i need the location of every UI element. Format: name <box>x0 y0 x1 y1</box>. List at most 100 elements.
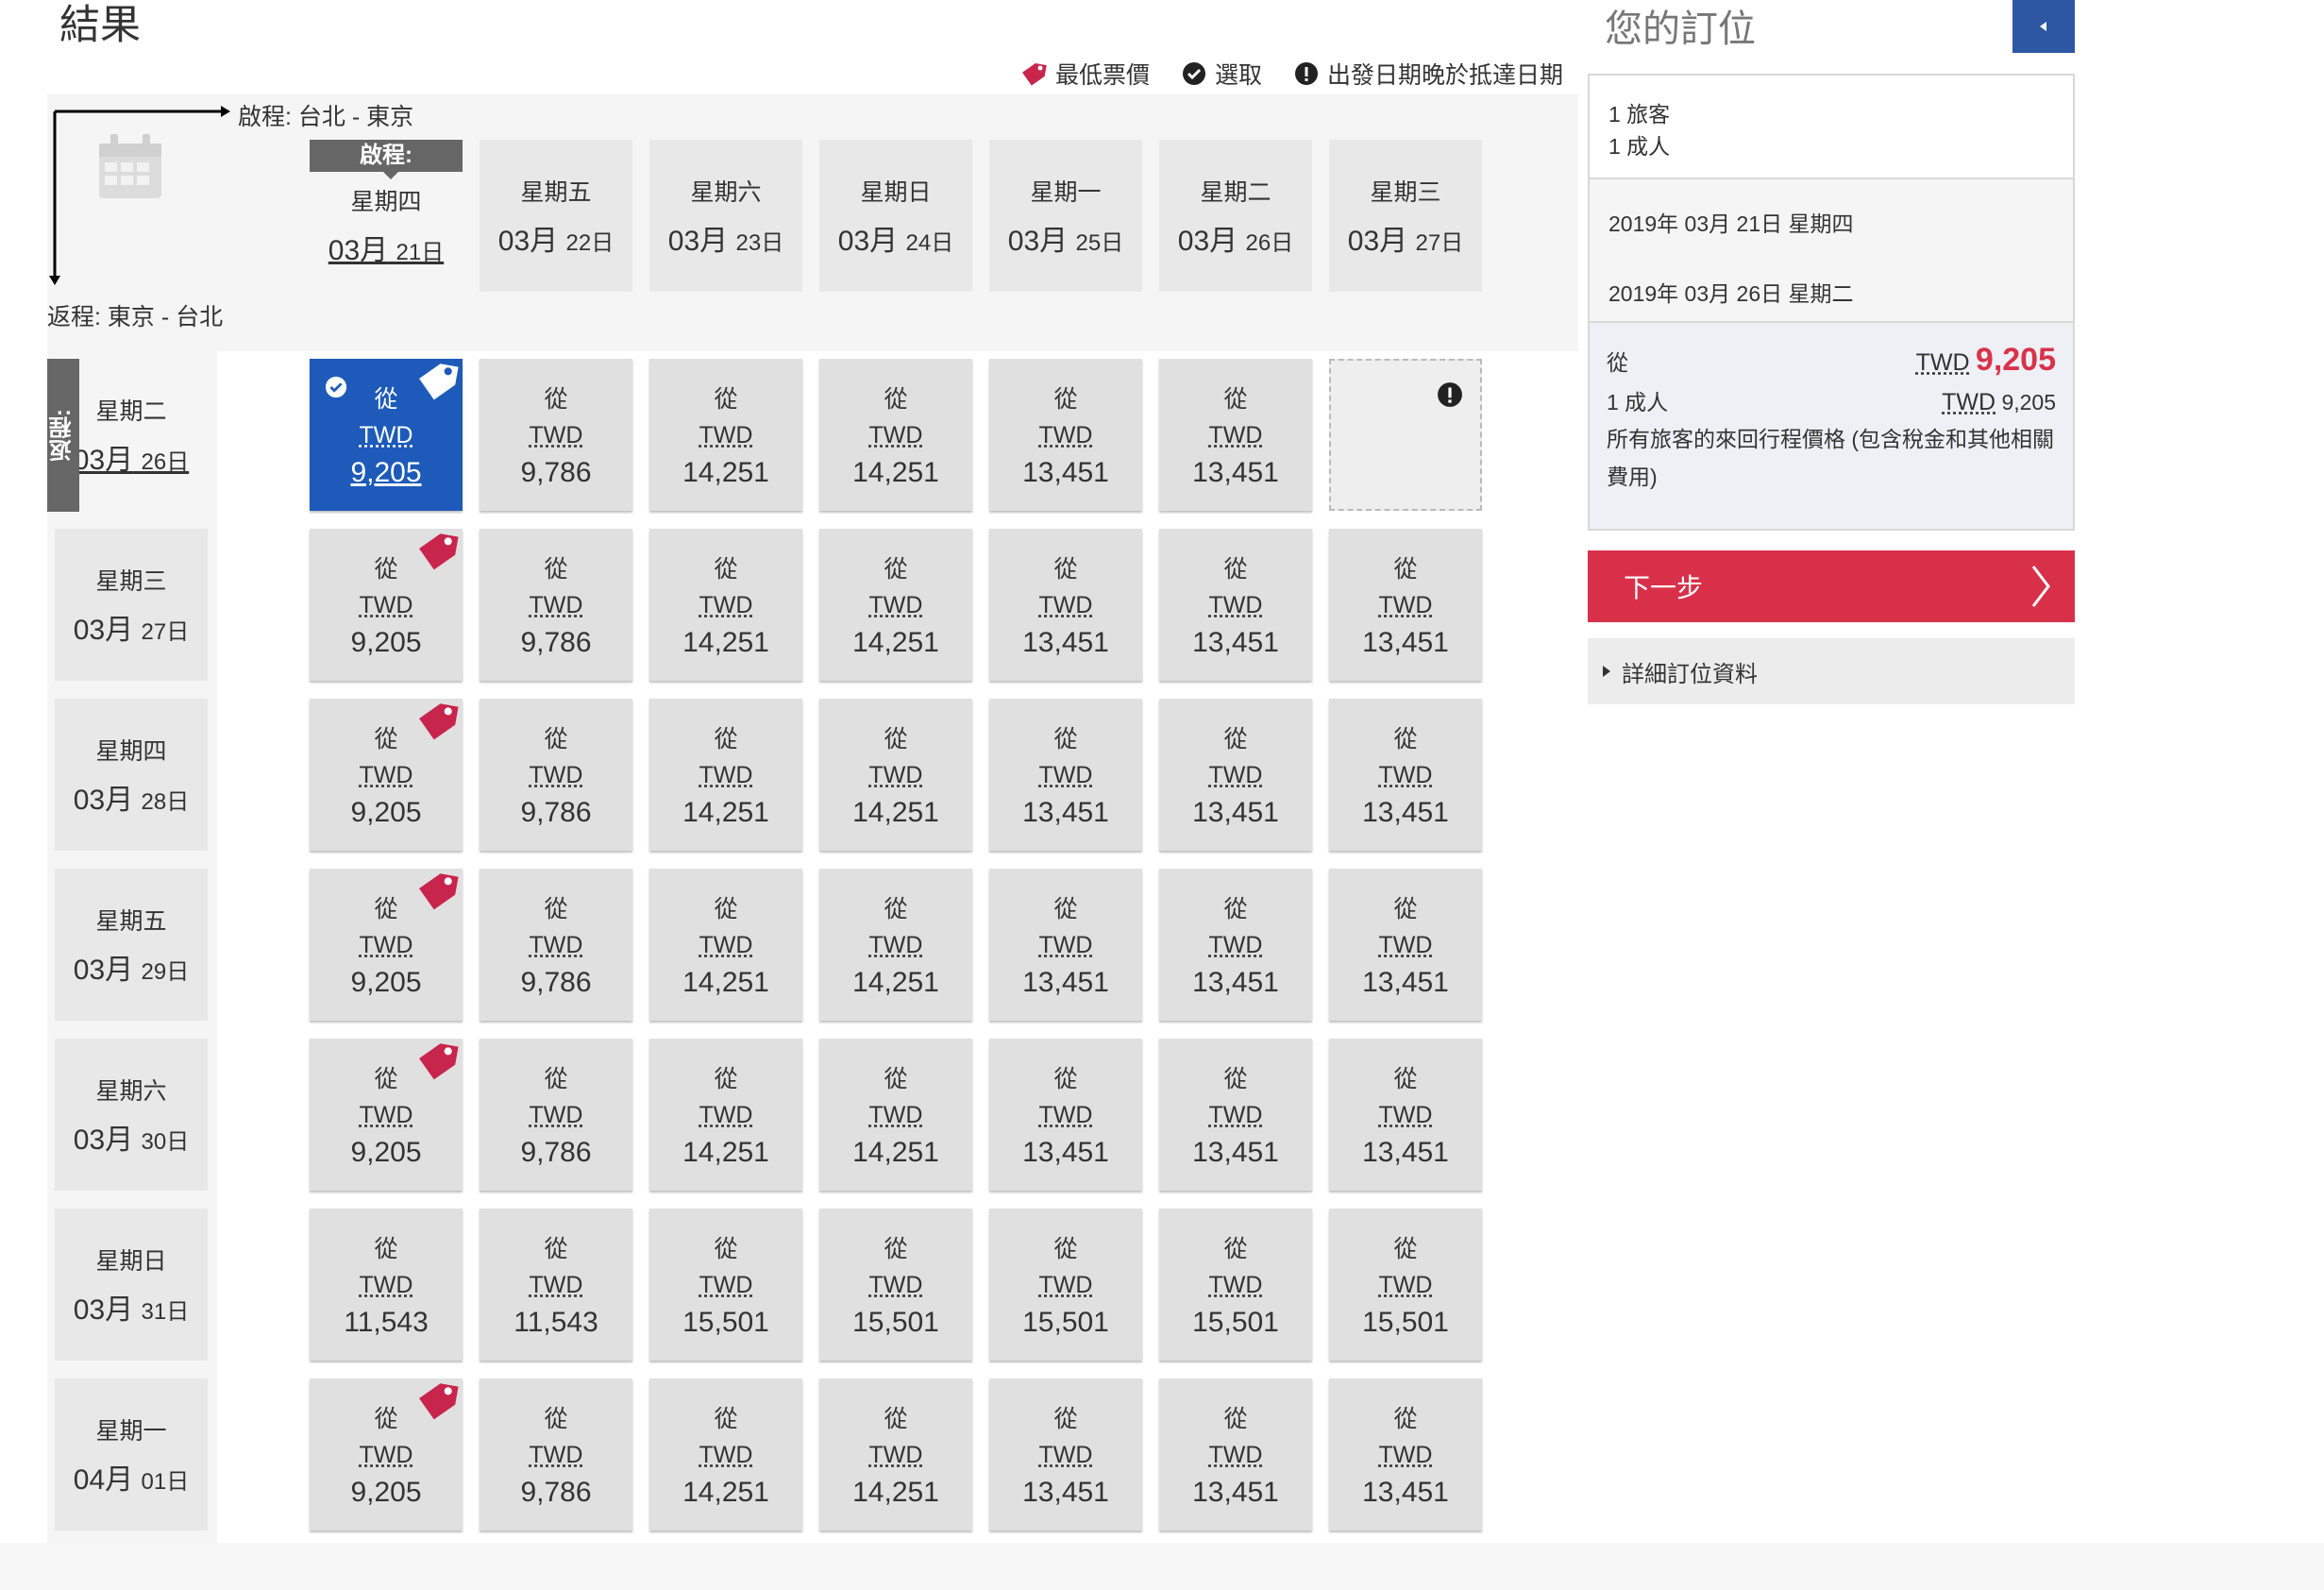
weekday-label: 星期日 <box>860 178 932 206</box>
date-label: 03月 26日 <box>1178 217 1293 259</box>
fare-cell[interactable]: 從 TWD 11,543 <box>310 1209 463 1361</box>
fare-cell[interactable]: 從 TWD 9,786 <box>480 359 632 511</box>
month-label: 03月 <box>1007 225 1069 257</box>
fare-cell[interactable]: 從 TWD 14,251 <box>649 529 802 681</box>
fare-cell[interactable]: 從 TWD 14,251 <box>649 1379 802 1531</box>
price-tag-icon <box>419 1383 459 1420</box>
outbound-date-1[interactable]: 星期五 03月 22日 <box>480 140 632 292</box>
return-date-3[interactable]: 星期五 03月 29日 <box>55 869 208 1021</box>
fare-cell[interactable]: 從 TWD 14,251 <box>649 359 802 511</box>
fare-cell[interactable]: 從 TWD 9,786 <box>480 1039 632 1191</box>
fare-cell[interactable]: 從 TWD 14,251 <box>649 869 802 1021</box>
price-tag-icon <box>1021 62 1047 86</box>
fare-cell[interactable]: 從 TWD 9,205 <box>310 1379 463 1531</box>
return-date-2[interactable]: 星期四 03月 28日 <box>55 699 208 851</box>
fare-from-label: 從 <box>1223 386 1248 413</box>
fare-cell[interactable]: 從 TWD 9,205 <box>310 529 463 681</box>
fare-cell[interactable]: 從 TWD 13,451 <box>1159 529 1312 681</box>
fare-cell[interactable]: 從 TWD 13,451 <box>1159 1039 1312 1191</box>
fare-cell[interactable]: 從 TWD 9,786 <box>480 869 632 1021</box>
fare-cell[interactable]: 從 TWD 14,251 <box>819 699 972 851</box>
fare-cell[interactable]: 從 TWD 13,451 <box>1159 359 1312 511</box>
legend-warning: 出發日期晚於抵達日期 <box>1294 57 1563 91</box>
return-date-4[interactable]: 星期六 03月 30日 <box>55 1039 208 1191</box>
outbound-date-2[interactable]: 星期六 03月 23日 <box>649 140 802 292</box>
fare-cell[interactable]: 從 TWD 15,501 <box>649 1209 802 1361</box>
fare-cell[interactable]: 從 TWD 9,786 <box>480 1379 632 1531</box>
fare-cell[interactable]: 從 TWD 14,251 <box>819 1379 972 1531</box>
month-label: 04月 <box>73 1463 134 1496</box>
fare-price: 13,451 <box>1192 457 1279 488</box>
fare-cell[interactable]: 從 TWD 14,251 <box>819 1039 972 1191</box>
return-date-1[interactable]: 星期三 03月 27日 <box>55 529 208 681</box>
outbound-date-4[interactable]: 星期一 03月 25日 <box>989 140 1142 292</box>
fare-cell[interactable]: 從 TWD 13,451 <box>989 359 1142 511</box>
fare-cell[interactable]: 從 TWD 14,251 <box>649 1039 802 1191</box>
fare-cell[interactable]: 從 TWD 9,786 <box>480 529 632 681</box>
fare-currency: TWD <box>868 762 923 788</box>
fare-cell[interactable]: 從 TWD 13,451 <box>989 1039 1142 1191</box>
fare-cell[interactable]: 從 TWD 14,251 <box>649 699 802 851</box>
fare-cell[interactable]: 從 TWD 9,786 <box>480 699 632 851</box>
fare-cell[interactable]: 從 TWD 14,251 <box>819 359 972 511</box>
fare-cell[interactable]: 從 TWD 13,451 <box>989 699 1142 851</box>
price-tag-icon <box>419 873 459 910</box>
outbound-date-5[interactable]: 星期二 03月 26日 <box>1159 140 1312 292</box>
fare-cell[interactable]: 從 TWD 15,501 <box>1329 1209 1482 1361</box>
outbound-date-3[interactable]: 星期日 03月 24日 <box>819 140 972 292</box>
fare-cell[interactable]: 從 TWD 13,451 <box>1159 869 1312 1021</box>
day-label: 31日 <box>141 1298 190 1325</box>
fare-from-label: 從 <box>1053 386 1078 413</box>
fare-cell[interactable]: 從 TWD 9,205 <box>310 869 463 1021</box>
fare-currency: TWD <box>868 1442 923 1468</box>
fare-cell[interactable]: 從 TWD 15,501 <box>1159 1209 1312 1361</box>
fare-price: 14,251 <box>852 1137 939 1168</box>
fare-cell[interactable]: 從 TWD 9,205 <box>310 1039 463 1191</box>
date-label: 03月 23日 <box>668 217 783 259</box>
fare-cell[interactable]: 從 TWD 15,501 <box>819 1209 972 1361</box>
day-label: 28日 <box>141 788 190 815</box>
next-step-button[interactable]: 下一步 <box>1588 550 2075 622</box>
check-circle-icon <box>325 376 347 398</box>
fare-cell[interactable]: 從 TWD 14,251 <box>819 869 972 1021</box>
fare-cell[interactable]: 從 TWD 14,251 <box>819 529 972 681</box>
fare-cell[interactable]: 從 TWD 13,451 <box>1329 699 1482 851</box>
return-date-6[interactable]: 星期一 04月 01日 <box>55 1379 208 1531</box>
outbound-date-0[interactable]: 啟程: 星期四 03月 21日 <box>310 140 463 292</box>
fare-cell[interactable]: 從 TWD 13,451 <box>1329 1379 1482 1531</box>
price-summary: 從 TWD 9,205 1 成人 TWD 9,205 所有旅客的來回行程價格 (… <box>1590 323 2073 529</box>
fare-cell[interactable]: 從 TWD 13,451 <box>989 529 1142 681</box>
fare-price: 15,501 <box>682 1307 769 1338</box>
fare-cell[interactable]: 從 TWD 13,451 <box>989 1379 1142 1531</box>
fare-price: 13,451 <box>1022 967 1109 998</box>
fare-cell[interactable]: 從 TWD 13,451 <box>1329 1039 1482 1191</box>
fare-cell[interactable]: 從 TWD 13,451 <box>1329 869 1482 1021</box>
fare-currency: TWD <box>868 1272 923 1298</box>
fare-currency: TWD <box>1038 932 1093 958</box>
booking-details-toggle[interactable]: 詳細訂位資料 <box>1588 638 2075 704</box>
legend-lowest-fare-label: 最低票價 <box>1054 62 1150 89</box>
collapse-panel-button[interactable] <box>2012 0 2075 53</box>
fare-from-label: 從 <box>1393 896 1418 922</box>
fare-cell[interactable]: 從 TWD 13,451 <box>1159 699 1312 851</box>
fare-cell-selected[interactable]: 從 TWD 9,205 <box>310 359 463 511</box>
outbound-route-label: 啟程: 台北 - 東京 <box>238 104 414 130</box>
outbound-date-6[interactable]: 星期三 03月 27日 <box>1329 140 1482 292</box>
fare-cell[interactable]: 從 TWD 13,451 <box>989 869 1142 1021</box>
fare-cell[interactable]: 從 TWD 11,543 <box>480 1209 632 1361</box>
fare-from-label: 從 <box>1393 1066 1418 1092</box>
fare-cell[interactable]: 從 TWD 15,501 <box>989 1209 1142 1361</box>
fare-price: 9,786 <box>520 457 592 488</box>
return-date-5[interactable]: 星期日 03月 31日 <box>55 1209 208 1361</box>
weekday-label: 星期日 <box>95 1247 167 1275</box>
fare-cell[interactable]: 從 TWD 13,451 <box>1159 1379 1312 1531</box>
fare-cell[interactable]: 從 TWD 9,205 <box>310 699 463 851</box>
return-date: 2019年 03月 26日 星期二 <box>1608 281 1854 306</box>
fare-currency: TWD <box>1208 592 1263 618</box>
fare-price: 13,451 <box>1192 627 1279 658</box>
fare-from-label: 從 <box>544 1406 568 1432</box>
return-route-label: 返程: 東京 - 台北 <box>47 304 224 330</box>
date-label: 03月 27日 <box>74 606 189 648</box>
fare-from-label: 從 <box>714 1236 738 1262</box>
fare-cell[interactable]: 從 TWD 13,451 <box>1329 529 1482 681</box>
